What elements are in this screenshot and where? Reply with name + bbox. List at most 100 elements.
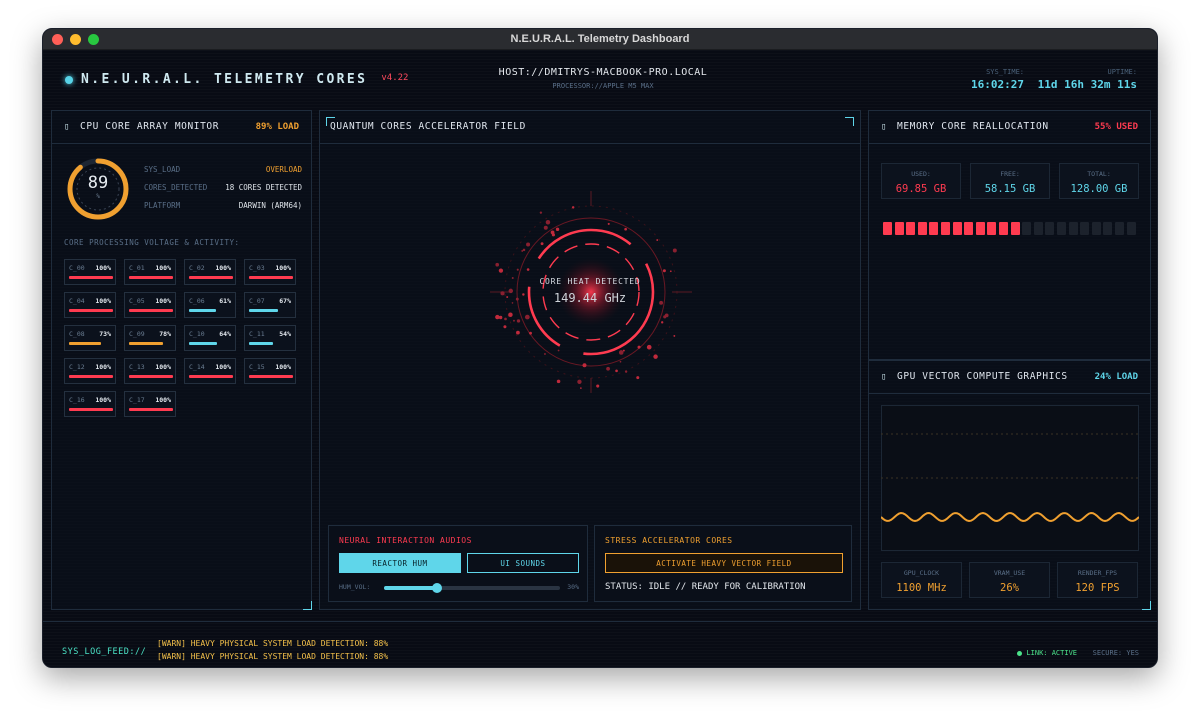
reactor-hum-button[interactable]: REACTOR HUM xyxy=(339,553,461,573)
core-percent: 67% xyxy=(279,297,291,305)
gpu-stat-box: VRAM_USE 26% xyxy=(969,562,1050,598)
core-name: C_00 xyxy=(69,264,85,272)
core-percent: 64% xyxy=(219,330,231,338)
heat-particle xyxy=(513,319,515,322)
core-percent: 100% xyxy=(155,363,171,371)
memory-stat-value: 58.15 GB xyxy=(984,183,1036,195)
heat-particle xyxy=(544,353,546,355)
core-load-bar xyxy=(249,375,293,378)
memory-segment xyxy=(1010,222,1020,235)
core-percent: 61% xyxy=(219,297,231,305)
heat-value: 149.44 GHz xyxy=(553,291,627,305)
heat-particle xyxy=(516,319,521,323)
stress-title: STRESS ACCELERATOR CORES xyxy=(605,536,733,545)
ui-sounds-button[interactable]: UI SOUNDS xyxy=(467,553,579,573)
heat-particle xyxy=(618,350,624,355)
heat-particle xyxy=(624,370,628,373)
dashboard: N.E.U.R.A.L. TELEMETRY CORES v4.22 HOST:… xyxy=(43,50,1157,667)
link-dot-icon xyxy=(1017,650,1023,656)
memory-segment xyxy=(1103,222,1113,235)
heat-particle xyxy=(504,317,507,321)
gpu-icon: ▯ xyxy=(881,371,888,382)
heat-particle xyxy=(653,354,658,359)
heat-particle xyxy=(607,222,610,225)
cpu-stat-key: CORES_DETECTED xyxy=(144,183,208,192)
core-load-bar xyxy=(69,408,113,411)
cpu-stat-key: SYS_LOAD xyxy=(144,165,181,174)
footer: SYS_LOG_FEED:// [WARN] HEAVY PHYSICAL SY… xyxy=(43,621,1157,667)
gpu-panel-title: GPU VECTOR COMPUTE GRAPHICS xyxy=(897,371,1068,382)
core-load-bar xyxy=(129,276,173,279)
core-load-bar xyxy=(69,276,113,279)
core-name: C_06 xyxy=(189,297,205,305)
status-dot-icon xyxy=(65,75,73,84)
cpu-stat-row: PLATFORM DARWIN (ARM64) xyxy=(144,201,302,210)
core-percent: 100% xyxy=(155,297,171,305)
heat-particle xyxy=(516,330,520,335)
brand-title: N.E.U.R.A.L. TELEMETRY CORES xyxy=(81,72,368,87)
heat-particle xyxy=(606,366,610,371)
core-name: C_16 xyxy=(69,396,85,404)
core-name: C_01 xyxy=(129,264,145,272)
memory-segment xyxy=(964,222,974,235)
core-tile: C_08 73% xyxy=(64,325,116,351)
core-load-bar xyxy=(69,375,113,378)
heat-particle xyxy=(663,315,667,319)
core-load-bar xyxy=(129,309,173,312)
gpu-stat-label: VRAM_USE xyxy=(993,569,1026,577)
close-window-button[interactable] xyxy=(52,34,63,45)
core-load-bar xyxy=(249,342,273,345)
core-tile: C_07 67% xyxy=(244,292,296,318)
heat-particle xyxy=(508,312,513,317)
chip-icon: ▯ xyxy=(64,121,71,132)
minimize-window-button[interactable] xyxy=(70,34,81,45)
heat-particle xyxy=(556,379,561,384)
cpu-panel-title: CPU CORE ARRAY MONITOR xyxy=(80,121,220,132)
cpu-panel: ▯ CPU CORE ARRAY MONITOR 89% LOAD 89 % SY… xyxy=(51,110,312,610)
memory-icon: ▯ xyxy=(881,121,888,132)
memory-stat-box: FREE: 58.15 GB xyxy=(970,163,1050,199)
heat-particle xyxy=(529,331,532,335)
memory-stat-label: FREE: xyxy=(1000,170,1020,178)
memory-stat-label: TOTAL: xyxy=(1087,170,1111,178)
memory-segment xyxy=(1033,222,1043,235)
audio-title: NEURAL INTERACTION AUDIOS xyxy=(339,536,472,545)
audio-panel: NEURAL INTERACTION AUDIOS REACTOR HUM UI… xyxy=(328,525,588,602)
host-info: HOST://DMITRYS-MACBOOK-PRO.LOCAL PROCESS… xyxy=(463,67,743,90)
log-line: [WARN] HEAVY PHYSICAL SYSTEM LOAD DETECT… xyxy=(157,652,389,661)
core-percent: 100% xyxy=(275,363,291,371)
heat-particle xyxy=(495,314,500,320)
cpu-gauge: 89 % xyxy=(66,157,130,221)
title-bar: N.E.U.R.A.L. Telemetry Dashboard xyxy=(43,29,1157,50)
cpu-stat-row: CORES_DETECTED 18 CORES DETECTED xyxy=(144,183,302,192)
memory-segment xyxy=(883,222,892,235)
core-name: C_07 xyxy=(249,297,265,305)
core-tile: C_11 54% xyxy=(244,325,296,351)
heat-particle xyxy=(550,230,555,235)
heat-particle xyxy=(571,206,575,209)
core-name: C_09 xyxy=(129,330,145,338)
quantum-panel: QUANTUM CORES ACCELERATOR FIELD CORE HEA… xyxy=(319,110,861,610)
heat-particle xyxy=(662,269,666,273)
core-percent: 100% xyxy=(95,396,111,404)
volume-slider[interactable] xyxy=(384,583,560,593)
heat-particle xyxy=(637,345,641,349)
cpu-stat-key: PLATFORM xyxy=(144,201,181,210)
volume-slider-handle[interactable] xyxy=(431,583,442,593)
core-percent: 54% xyxy=(279,330,291,338)
memory-segment xyxy=(917,222,927,235)
heat-particle xyxy=(582,363,587,368)
memory-segment xyxy=(987,222,997,235)
core-name: C_05 xyxy=(129,297,145,305)
core-load-bar xyxy=(189,309,216,312)
heat-particle xyxy=(503,325,507,329)
core-tile: C_17 100% xyxy=(124,391,176,417)
memory-segment xyxy=(906,222,916,235)
core-tile: C_14 100% xyxy=(184,358,236,384)
heat-particle xyxy=(526,242,531,247)
maximize-window-button[interactable] xyxy=(88,34,99,45)
activate-vector-field-button[interactable]: ACTIVATE HEAVY VECTOR FIELD xyxy=(605,553,843,573)
core-percent: 100% xyxy=(155,264,171,272)
memory-segment xyxy=(941,222,950,235)
brand: N.E.U.R.A.L. TELEMETRY CORES v4.22 xyxy=(65,72,408,87)
